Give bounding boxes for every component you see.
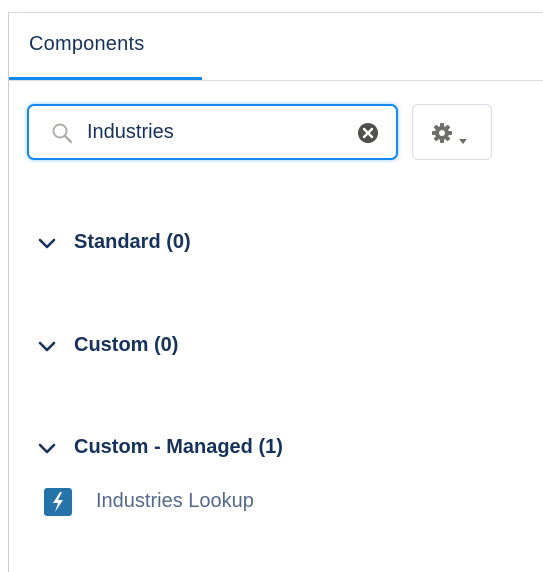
chevron-down-icon: [38, 237, 56, 249]
gear-icon: [431, 122, 453, 144]
section-custom[interactable]: Custom (0): [38, 334, 458, 364]
tab-bar: Components: [9, 13, 543, 81]
section-custom-managed-label: Custom - Managed (1): [74, 436, 283, 458]
section-custom-managed[interactable]: Custom - Managed (1): [38, 436, 458, 466]
clear-search-icon[interactable]: [357, 122, 379, 144]
component-label: Industries Lookup: [96, 490, 254, 512]
search-input[interactable]: [87, 115, 347, 149]
settings-menu-button[interactable]: [412, 104, 492, 160]
tab-components-label: Components: [29, 33, 145, 55]
search-box[interactable]: [27, 104, 398, 160]
section-custom-label: Custom (0): [74, 334, 179, 356]
chevron-down-icon: [38, 340, 56, 352]
chevron-down-icon: [38, 442, 56, 454]
section-standard[interactable]: Standard (0): [38, 231, 458, 261]
search-icon: [51, 122, 73, 144]
lightning-icon: [44, 488, 72, 516]
component-item-industries-lookup[interactable]: Industries Lookup: [44, 486, 384, 522]
tab-components[interactable]: Components: [9, 13, 202, 80]
caret-down-icon: [459, 131, 467, 144]
section-standard-label: Standard (0): [74, 231, 191, 253]
